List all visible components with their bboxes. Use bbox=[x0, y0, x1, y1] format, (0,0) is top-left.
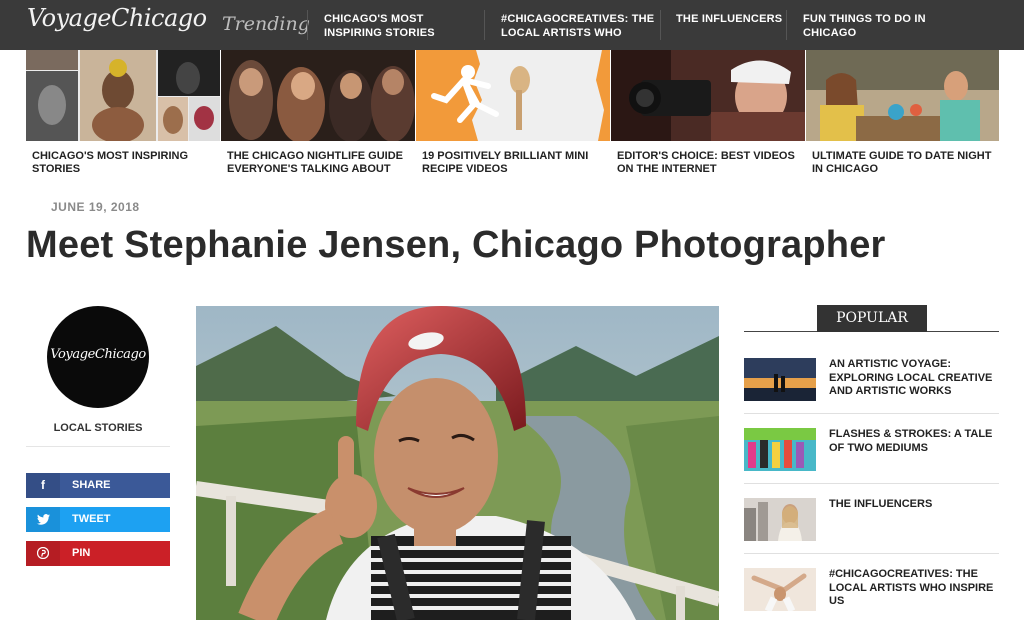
trending-caption[interactable]: EDITOR'S CHOICE: BEST VIDEOS ON THE INTE… bbox=[617, 150, 797, 176]
section-label[interactable]: LOCAL STORIES bbox=[26, 422, 170, 434]
trending-thumb-best-videos[interactable] bbox=[611, 50, 805, 141]
popular-item-title[interactable]: FLASHES & STROKES: A TALE OF TWO MEDIUMS bbox=[829, 428, 1001, 455]
twitter-icon bbox=[26, 507, 60, 532]
dinner-date-image bbox=[806, 50, 999, 141]
trending-caption[interactable]: THE CHICAGO NIGHTLIFE GUIDE EVERYONE'S T… bbox=[227, 150, 407, 176]
pinterest-pin-button[interactable]: PIN bbox=[26, 541, 170, 566]
popular-item-title[interactable]: #CHICAGOCREATIVES: THE LOCAL ARTISTS WHO… bbox=[829, 568, 1001, 609]
nav-divider bbox=[307, 10, 308, 40]
city-portrait-image bbox=[744, 498, 816, 541]
share-button-label: SHARE bbox=[72, 479, 111, 491]
popular-divider bbox=[744, 553, 999, 554]
trending-thumb-date-night[interactable] bbox=[806, 50, 999, 141]
trending-label: Trending bbox=[222, 13, 310, 35]
videographer-image bbox=[611, 50, 805, 141]
twitter-bird-glyph bbox=[36, 514, 50, 525]
nav-divider bbox=[484, 10, 485, 40]
popular-divider bbox=[744, 483, 999, 484]
popular-thumb-influencers[interactable] bbox=[744, 498, 816, 541]
popular-item-title[interactable]: AN ARTISTIC VOYAGE: EXPLORING LOCAL CREA… bbox=[829, 358, 1001, 399]
orange-runner-image bbox=[416, 50, 610, 141]
nav-link-influencers[interactable]: THE INFLUENCERS bbox=[676, 12, 786, 26]
article-date: JUNE 19, 2018 bbox=[51, 200, 140, 214]
top-nav-bar: VoyageChicago Trending CHICAGO'S MOST IN… bbox=[0, 0, 1024, 50]
popular-heading: POPULAR bbox=[817, 305, 927, 332]
pinterest-p-glyph bbox=[36, 546, 50, 560]
nightlife-crowd-image bbox=[221, 50, 415, 141]
avatar-logo-text: VoyageChicago bbox=[50, 347, 146, 362]
nav-link-chicago-creatives[interactable]: #CHICAGOCREATIVES: THE LOCAL ARTISTS WHO bbox=[501, 12, 661, 40]
author-avatar[interactable]: VoyageChicago bbox=[47, 306, 149, 408]
trending-thumb-recipe-videos[interactable] bbox=[416, 50, 610, 141]
article-title: Meet Stephanie Jensen, Chicago Photograp… bbox=[26, 224, 886, 266]
trending-caption[interactable]: 19 POSITIVELY BRILLIANT MINI RECIPE VIDE… bbox=[422, 150, 602, 176]
site-logo[interactable]: VoyageChicago bbox=[27, 4, 207, 32]
article-hero-image[interactable] bbox=[196, 306, 719, 620]
colorful-group-image bbox=[744, 428, 816, 471]
facebook-icon: f bbox=[26, 473, 60, 498]
trending-caption[interactable]: ULTIMATE GUIDE TO DATE NIGHT IN CHICAGO bbox=[812, 150, 994, 176]
nav-link-inspiring-stories[interactable]: CHICAGO'S MOST INSPIRING STORIES bbox=[324, 12, 474, 40]
pin-button-label: PIN bbox=[72, 547, 91, 559]
divider bbox=[26, 446, 170, 447]
nav-divider bbox=[786, 10, 787, 40]
tweet-button-label: TWEET bbox=[72, 513, 111, 525]
popular-thumb-artistic-voyage[interactable] bbox=[744, 358, 816, 401]
popular-item-title[interactable]: THE INFLUENCERS bbox=[829, 498, 1001, 512]
sunset-couple-image bbox=[744, 358, 816, 401]
selfie-helmet-river-valley-photo bbox=[196, 306, 719, 620]
trending-caption[interactable]: CHICAGO'S MOST INSPIRING STORIES bbox=[32, 150, 212, 176]
popular-thumb-chicago-creatives[interactable] bbox=[744, 568, 816, 611]
facebook-share-button[interactable]: f SHARE bbox=[26, 473, 170, 498]
trending-thumb-nightlife[interactable] bbox=[221, 50, 415, 141]
popular-thumb-flashes-strokes[interactable] bbox=[744, 428, 816, 471]
twitter-tweet-button[interactable]: TWEET bbox=[26, 507, 170, 532]
popular-divider bbox=[744, 413, 999, 414]
portrait-collage-image bbox=[26, 50, 220, 141]
nav-link-fun-things[interactable]: FUN THINGS TO DO IN CHICAGO bbox=[803, 12, 943, 40]
pinterest-icon bbox=[26, 541, 60, 566]
dancer-image bbox=[744, 568, 816, 611]
trending-thumb-inspiring-stories[interactable] bbox=[26, 50, 220, 141]
nav-divider bbox=[660, 10, 661, 40]
